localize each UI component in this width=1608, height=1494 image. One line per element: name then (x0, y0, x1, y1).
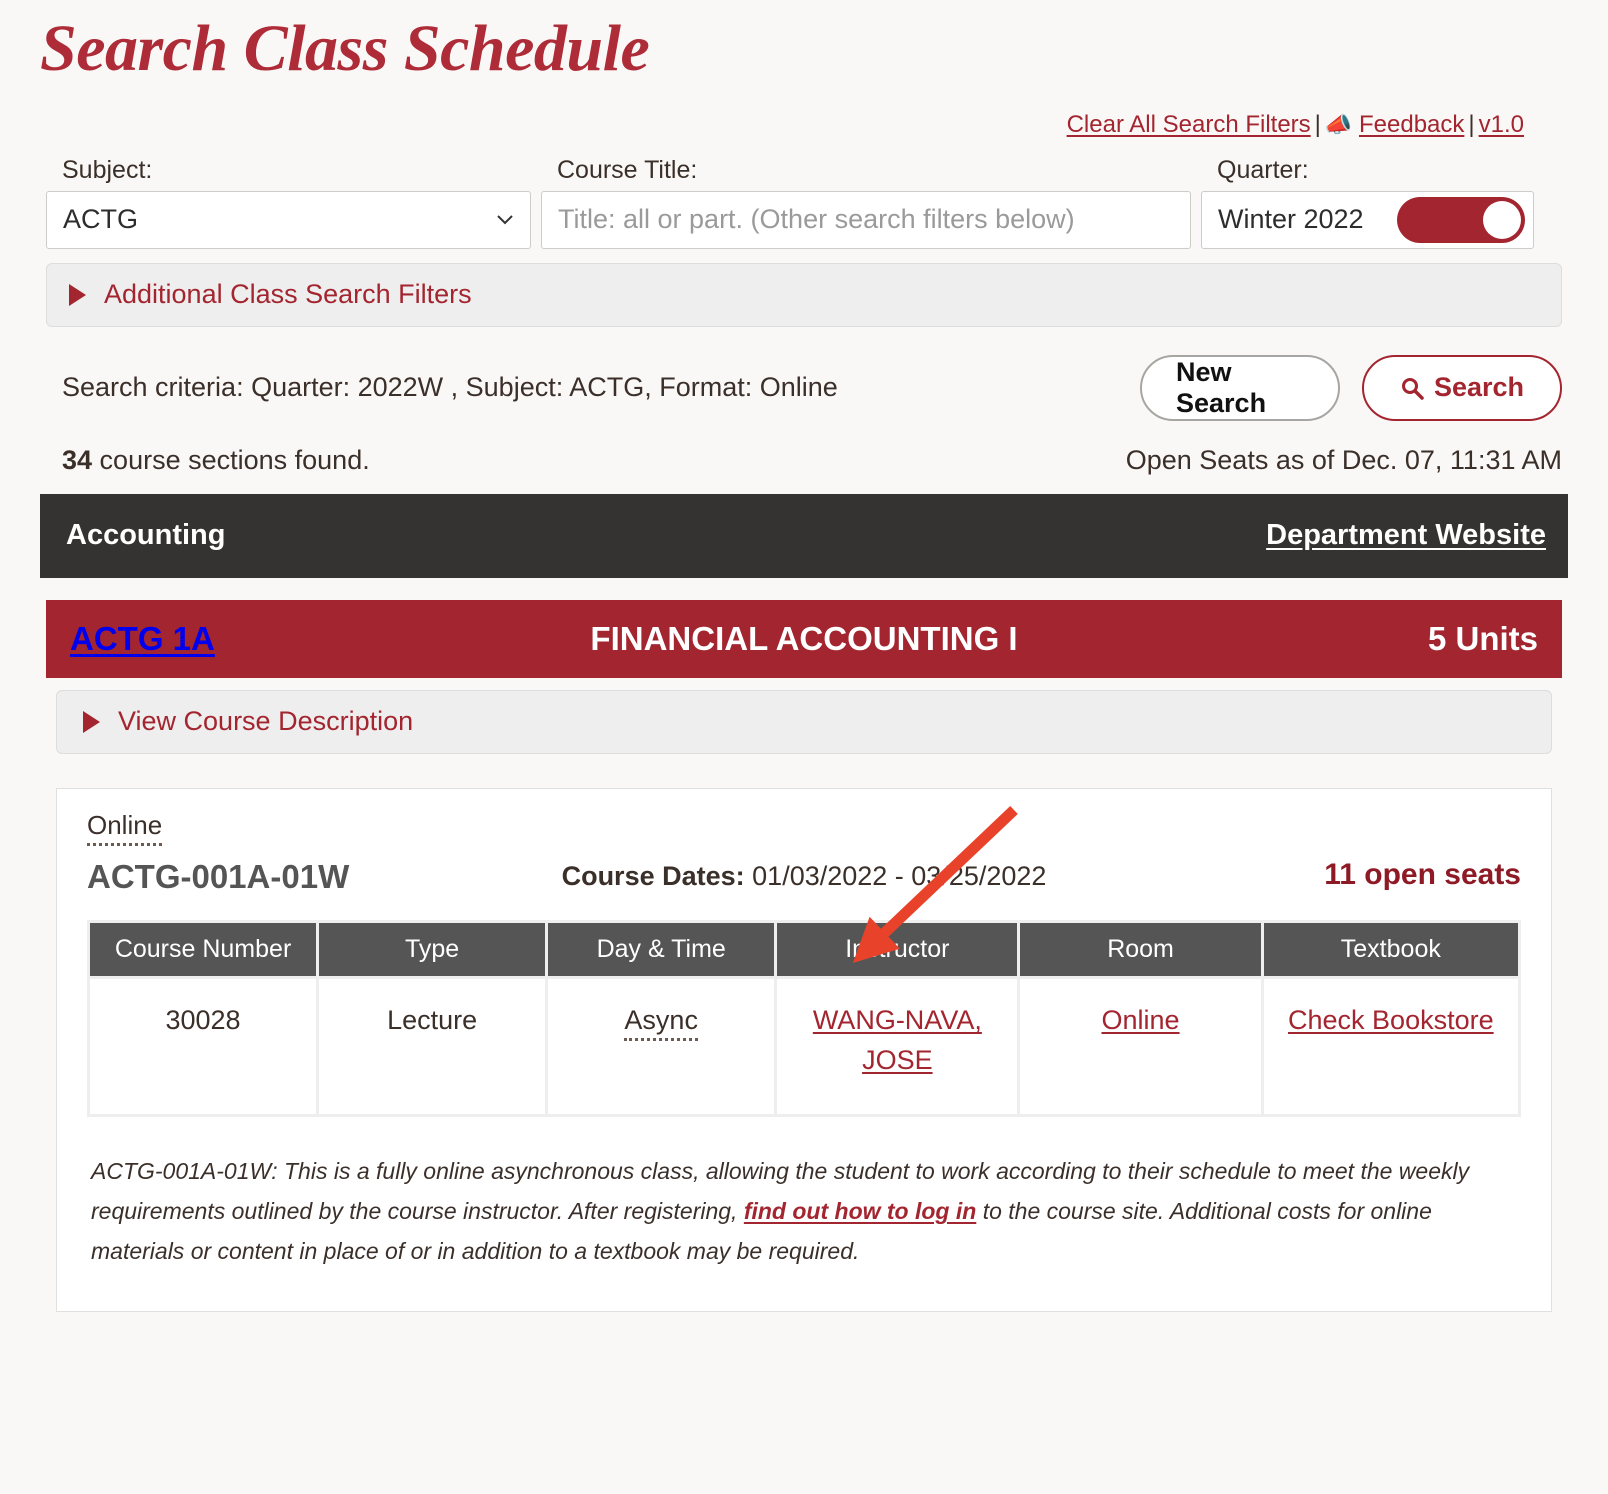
megaphone-icon: 📣 (1324, 111, 1353, 137)
feedback-link[interactable]: Feedback (1359, 111, 1464, 138)
utility-link-row: Clear All Search Filters | 📣 Feedback | v1.0 (0, 91, 1608, 137)
quarter-select[interactable]: Winter 2022 (1201, 190, 1534, 249)
table-header-row: Course Number Type Day & Time Instructor… (90, 923, 1518, 977)
magnifier-icon (1400, 376, 1424, 400)
quarter-toggle-switch[interactable] (1397, 196, 1525, 243)
class-schedule-page: Search Class Schedule Clear All Search F… (0, 0, 1608, 1494)
criteria-and-actions-row: Search criteria: Quarter: 2022W , Subjec… (0, 327, 1608, 421)
new-search-button[interactable]: New Search (1140, 354, 1340, 421)
cell-type: Lecture (319, 979, 546, 1114)
open-seats-timestamp: Open Seats as of Dec. 07, 11:31 AM (1125, 444, 1562, 475)
search-button[interactable]: Search (1362, 354, 1562, 421)
header-instructor: Instructor (777, 923, 1018, 977)
course-title-label: Course Title: (557, 155, 698, 184)
department-name: Accounting (66, 519, 226, 551)
section-table: Course Number Type Day & Time Instructor… (87, 920, 1521, 1117)
cell-course-number: 30028 (90, 979, 317, 1114)
course-title-input[interactable]: Title: all or part. (Other search filter… (541, 190, 1191, 249)
department-website-link[interactable]: Department Website (1266, 519, 1546, 552)
header-textbook: Textbook (1263, 923, 1518, 977)
section-note: ACTG-001A-01W: This is a fully online as… (87, 1151, 1521, 1272)
link-separator-1: | (1314, 110, 1321, 138)
instructor-link[interactable]: WANG-NAVA, JOSE (813, 1005, 982, 1074)
section-id: ACTG-001A-01W (87, 858, 350, 896)
triangle-right-icon (83, 710, 100, 733)
cell-room: Online (1020, 979, 1261, 1114)
open-seats-badge: 11 open seats (1324, 858, 1521, 892)
department-bar: Accounting Department Website (40, 493, 1568, 578)
cell-day-time: Async (548, 979, 775, 1114)
page-title: Search Class Schedule (40, 12, 650, 85)
header-day-time: Day & Time (548, 923, 775, 977)
cell-textbook: Check Bookstore (1263, 979, 1518, 1114)
course-title-field: Course Title: Title: all or part. (Other… (541, 155, 1191, 249)
triangle-right-icon (69, 283, 86, 306)
section-identity: Online ACTG-001A-01W (87, 810, 562, 897)
header-room: Room (1020, 923, 1261, 977)
quarter-label: Quarter: (1217, 155, 1309, 184)
clear-all-search-filters-link[interactable]: Clear All Search Filters (1067, 111, 1311, 138)
chevron-down-icon (496, 211, 514, 229)
version-link[interactable]: v1.0 (1479, 111, 1524, 138)
search-criteria-text: Search criteria: Quarter: 2022W , Subjec… (62, 372, 838, 402)
day-time-value: Async (624, 1005, 698, 1042)
section-header: Online ACTG-001A-01W Course Dates: 01/03… (87, 810, 1521, 897)
subject-label: Subject: (62, 155, 153, 184)
subject-select[interactable]: ACTG (46, 190, 531, 249)
search-button-label: Search (1433, 372, 1525, 402)
view-course-description-label: View Course Description (118, 706, 414, 736)
section-count: 34 course sections found. (46, 445, 370, 476)
results-count-row: 34 course sections found. Open Seats as … (0, 421, 1608, 476)
additional-filters-accordion[interactable]: Additional Class Search Filters (46, 262, 1562, 327)
section-card: Online ACTG-001A-01W Course Dates: 01/03… (56, 787, 1552, 1313)
cell-instructor: WANG-NAVA, JOSE (777, 979, 1018, 1114)
quarter-field: Quarter: Winter 2022 (1201, 155, 1534, 249)
link-separator-2: | (1468, 110, 1475, 138)
additional-filters-label: Additional Class Search Filters (104, 279, 472, 309)
course-units: 5 Units (1427, 619, 1538, 657)
section-modality: Online (87, 810, 163, 847)
header-course-number: Course Number (90, 923, 317, 977)
course-dates: Course Dates: 01/03/2022 - 03/25/2022 (562, 861, 1047, 896)
course-name: FINANCIAL ACCOUNTING I (590, 619, 1018, 657)
toggle-knob (1483, 200, 1521, 239)
table-row: 30028 Lecture Async WANG-NAVA, JOSE Onli… (90, 979, 1518, 1114)
quarter-select-value: Winter 2022 (1218, 204, 1364, 234)
section-count-suffix: course sections found. (92, 444, 370, 475)
subject-select-value: ACTG (63, 204, 139, 234)
course-header-bar: ACTG 1A FINANCIAL ACCOUNTING I 5 Units (46, 599, 1562, 678)
course-dates-value: 01/03/2022 - 03/25/2022 (752, 861, 1047, 892)
header-type: Type (319, 923, 546, 977)
login-instructions-link[interactable]: find out how to log in (744, 1198, 976, 1224)
search-filter-row: Subject: ACTG Course Title: Title: all o… (0, 137, 1608, 249)
course-code-link[interactable]: ACTG 1A (70, 620, 215, 658)
course-dates-label: Course Dates: (561, 861, 745, 892)
room-link[interactable]: Online (1102, 1005, 1180, 1035)
view-course-description-accordion[interactable]: View Course Description (56, 689, 1552, 754)
subject-field: Subject: ACTG (46, 155, 531, 249)
textbook-link[interactable]: Check Bookstore (1288, 1005, 1494, 1035)
action-buttons: New Search Search (1140, 354, 1562, 421)
section-count-number: 34 (62, 444, 93, 475)
